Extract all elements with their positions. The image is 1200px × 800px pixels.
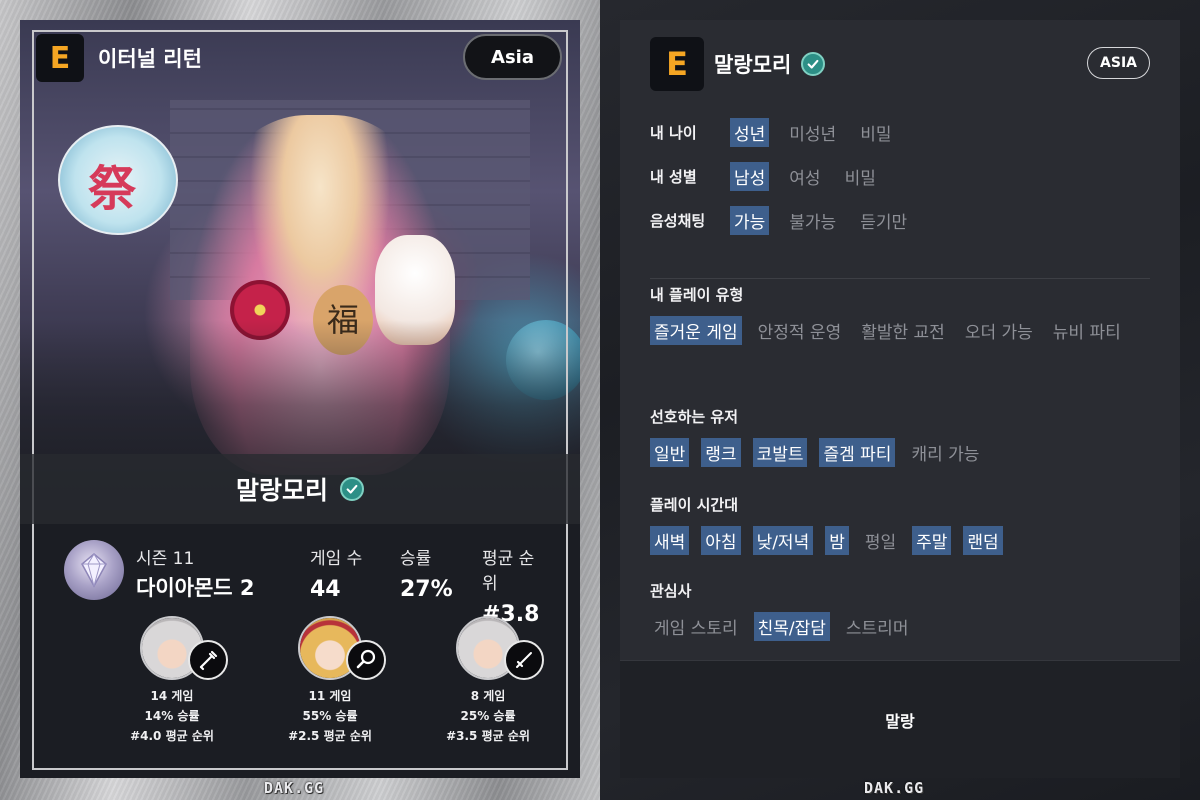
character-games: 8 게임 <box>470 689 506 703</box>
play-time-option[interactable]: 주말 <box>912 526 952 555</box>
play-time-option[interactable]: 평일 <box>861 526 900 555</box>
watermark-left: DAK.GG <box>264 779 325 797</box>
age-row: 내 나이 성년 미성년 비밀 <box>650 118 911 147</box>
interest-option[interactable]: 스트리머 <box>842 612 913 641</box>
character-card: 8 게임 25% 승률 #3.5 평균 순위 <box>408 616 568 746</box>
play-style-label: 내 플레이 유형 <box>650 286 744 304</box>
stat-label: 승률 <box>400 549 432 569</box>
card-header: E 이터널 리턴 <box>36 34 202 82</box>
play-style-options: 즐거운 게임 안정적 운영 활발한 교전 오더 가능 뉴비 파티 <box>650 316 1150 345</box>
festival-fan-illustration: 祭 <box>58 125 178 235</box>
gender-label: 내 성별 <box>650 168 697 186</box>
character-avatar <box>456 616 544 680</box>
diamond-tier-icon <box>64 540 124 600</box>
character-avg-rank: #4.0 평균 순위 <box>130 729 214 743</box>
preferred-user-option[interactable]: 일반 <box>650 438 690 467</box>
season-stats: 시즌 11 다이아몬드 2 게임 수 44 승률 27% 평균 순위 #3.8 <box>64 528 544 627</box>
eternal-return-logo-icon: E <box>650 37 704 91</box>
section-divider <box>650 278 1150 279</box>
play-style-option[interactable]: 뉴비 파티 <box>1049 316 1125 345</box>
stat-value: 44 <box>310 577 341 602</box>
voice-chat-option[interactable]: 불가능 <box>785 206 840 235</box>
region-badge: Asia <box>463 34 562 80</box>
play-time-option[interactable]: 새벽 <box>650 526 690 555</box>
preferred-user-option[interactable]: 캐리 가능 <box>907 438 983 467</box>
character-winrate: 55% 승률 <box>302 709 358 723</box>
play-time-option[interactable]: 아침 <box>701 526 741 555</box>
play-time-option[interactable]: 랜덤 <box>963 526 1003 555</box>
voice-chat-row: 음성채팅 가능 불가능 듣기만 <box>650 206 927 235</box>
character-avg-rank: #3.5 평균 순위 <box>446 729 530 743</box>
preferred-users-label: 선호하는 유저 <box>650 408 739 426</box>
play-time-option[interactable]: 낮/저녁 <box>752 526 814 555</box>
player-nickname: 말랑모리 <box>714 53 792 77</box>
nickname-band: 말랑모리 <box>20 454 580 524</box>
play-style-option[interactable]: 안정적 운영 <box>754 316 846 345</box>
play-style-option[interactable]: 즐거운 게임 <box>650 316 742 345</box>
play-style-option[interactable]: 오더 가능 <box>961 316 1037 345</box>
play-time-option[interactable]: 밤 <box>825 526 849 555</box>
profile-card: 祭 E 이터널 리턴 Asia 말랑모리 시즌 11 다이아몬드 2 게임 수 … <box>20 20 580 778</box>
sword-icon <box>504 640 544 680</box>
stat-games: 게임 수 44 <box>310 544 362 602</box>
dagger-icon <box>188 640 228 680</box>
character-games: 14 게임 <box>150 689 194 703</box>
stat-avg-rank: 평균 순위 #3.8 <box>482 544 544 627</box>
stat-label: 평균 순위 <box>482 549 535 594</box>
watermark-right: DAK.GG <box>864 779 925 797</box>
character-avg-rank: #2.5 평균 순위 <box>288 729 372 743</box>
season-label: 시즌 11 <box>136 549 195 569</box>
tier-name: 다이아몬드 2 <box>136 576 255 600</box>
character-card: 11 게임 55% 승률 #2.5 평균 순위 <box>250 616 410 746</box>
player-nickname: 말랑모리 <box>235 476 328 505</box>
right-backdrop: E 말랑모리 ASIA 내 나이 성년 미성년 비밀 내 성별 남성 여성 비밀… <box>600 0 1200 800</box>
verified-check-icon <box>340 477 364 501</box>
voice-chat-label: 음성채팅 <box>650 212 706 230</box>
interest-option[interactable]: 친목/잡담 <box>753 612 830 641</box>
character-winrate: 25% 승률 <box>460 709 516 723</box>
intro-text: 말랑 <box>885 711 915 731</box>
character-winrate: 14% 승률 <box>144 709 200 723</box>
age-option[interactable]: 비밀 <box>856 118 895 147</box>
interest-option[interactable]: 게임 스토리 <box>650 612 742 641</box>
preferred-user-option[interactable]: 랭크 <box>701 438 741 467</box>
voice-chat-option[interactable]: 듣기만 <box>856 206 911 235</box>
top-characters: 14 게임 14% 승률 #4.0 평균 순위 11 게임 55% 승률 #2.… <box>20 616 580 766</box>
preferences-panel: E 말랑모리 ASIA 내 나이 성년 미성년 비밀 내 성별 남성 여성 비밀… <box>620 20 1180 778</box>
verified-check-icon <box>801 52 826 76</box>
character-games: 11 게임 <box>308 689 352 703</box>
character-avatar <box>140 616 228 680</box>
preferred-user-option[interactable]: 즐겜 파티 <box>819 438 896 467</box>
voice-chat-option[interactable]: 가능 <box>730 206 770 235</box>
play-time-label: 플레이 시간대 <box>650 496 739 514</box>
stat-winrate: 승률 27% <box>400 544 453 602</box>
age-option[interactable]: 미성년 <box>785 118 840 147</box>
gender-option[interactable]: 남성 <box>730 162 770 191</box>
preferred-user-option[interactable]: 코발트 <box>752 438 808 467</box>
age-label: 내 나이 <box>650 124 697 142</box>
region-badge: ASIA <box>1087 47 1150 79</box>
game-title: 이터널 리턴 <box>98 47 202 71</box>
interests-label: 관심사 <box>650 582 692 600</box>
stat-label: 게임 수 <box>310 549 363 569</box>
character-artwork: 祭 <box>20 20 580 510</box>
gender-option[interactable]: 비밀 <box>841 162 880 191</box>
stat-value: 27% <box>400 577 453 602</box>
preferred-users-options: 일반 랭크 코발트 즐겜 파티 캐리 가능 <box>650 438 1150 467</box>
racket-icon <box>346 640 386 680</box>
eternal-return-logo-icon: E <box>36 34 84 82</box>
panel-header: E 말랑모리 <box>650 36 826 92</box>
gender-row: 내 성별 남성 여성 비밀 <box>650 162 896 191</box>
play-time-options: 새벽 아침 낮/저녁 밤 평일 주말 랜덤 <box>650 526 1150 555</box>
intro-footer: 말랑 <box>620 660 1180 778</box>
character-avatar <box>298 616 386 680</box>
play-style-option[interactable]: 활발한 교전 <box>857 316 949 345</box>
interests-options: 게임 스토리 친목/잡담 스트리머 <box>650 612 1150 641</box>
age-option[interactable]: 성년 <box>730 118 770 147</box>
character-card: 14 게임 14% 승률 #4.0 평균 순위 <box>92 616 252 746</box>
gender-option[interactable]: 여성 <box>785 162 824 191</box>
